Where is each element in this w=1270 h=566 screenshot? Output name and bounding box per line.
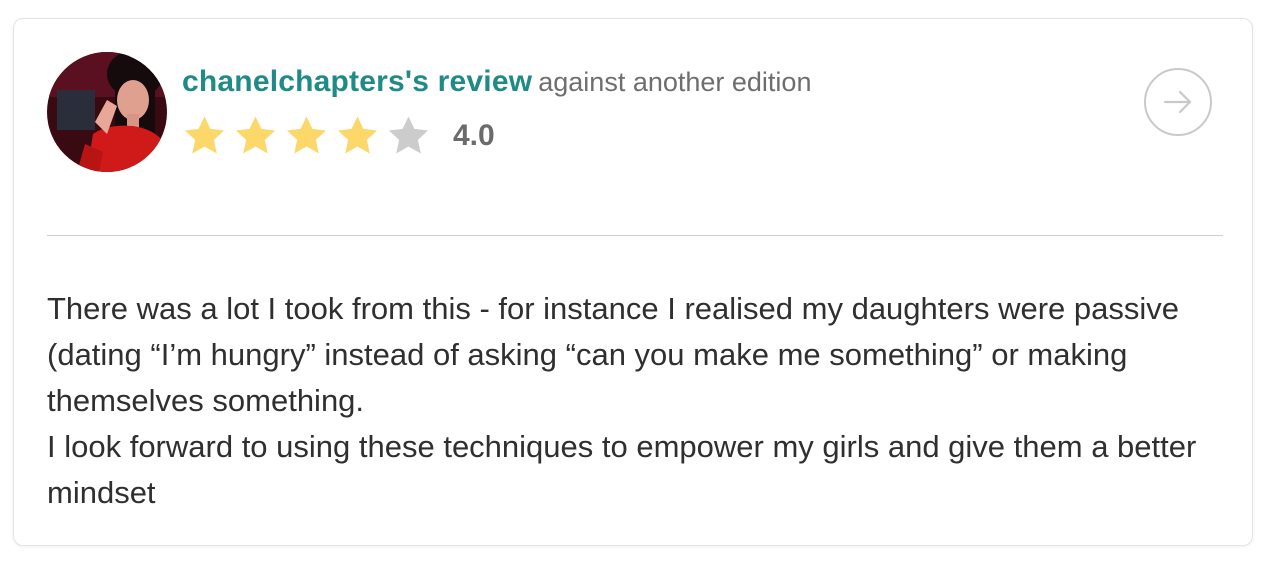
rating-value: 4.0	[453, 119, 495, 152]
star-icon	[184, 116, 225, 154]
review-card: chanelchapters's review against another e…	[13, 18, 1253, 546]
reviewer-username[interactable]: chanelchapters's review	[182, 65, 532, 98]
star-icon	[286, 116, 327, 154]
star-icon	[388, 116, 429, 154]
open-review-button[interactable]	[1144, 68, 1212, 136]
review-paragraph: There was a lot I took from this - for i…	[47, 291, 1179, 418]
rating-row: 4.0	[179, 111, 495, 161]
star-icon	[337, 116, 378, 154]
review-text: There was a lot I took from this - for i…	[47, 286, 1227, 516]
review-header: chanelchapters's review against another e…	[182, 65, 811, 99]
review-paragraph: I look forward to using these techniques…	[47, 429, 1197, 510]
star-icon	[235, 116, 276, 154]
edition-note: against another edition	[538, 67, 812, 97]
avatar[interactable]	[47, 52, 167, 172]
arrow-right-icon	[1163, 90, 1192, 114]
divider	[47, 235, 1223, 236]
avatar-photo	[47, 52, 167, 172]
star-rating	[179, 113, 434, 159]
